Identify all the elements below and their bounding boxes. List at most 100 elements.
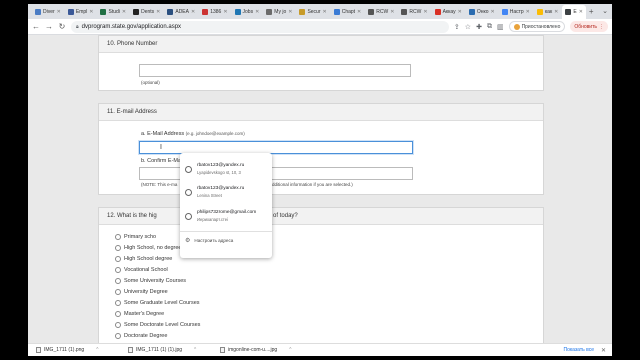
close-icon[interactable]: ✕ (554, 9, 558, 15)
address-bar[interactable]: 🔒︎ dvprogram.state.gov/application.aspx (71, 20, 449, 33)
file-icon (128, 347, 133, 353)
extensions-puzzle-icon[interactable]: ⧉ (487, 23, 492, 31)
email-field[interactable]: I (139, 141, 413, 154)
tab[interactable]: Jobs ✕ (232, 6, 263, 18)
autofill-suggestion[interactable]: rbatov123@yandex.ru Lenina Street (180, 180, 272, 204)
download-filename: IMG_1711 (1) (1).jpg (136, 347, 183, 353)
radio-button[interactable] (115, 289, 121, 295)
close-icon[interactable]: ✕ (423, 9, 427, 15)
radio-option[interactable]: Master's Degree (115, 311, 164, 317)
tab[interactable]: Chapt ✕ (331, 6, 365, 18)
bookmark-star-icon[interactable]: ☆ (465, 23, 471, 31)
tab[interactable]: ADEA ✕ (164, 6, 198, 18)
tab-active[interactable]: E ✕ (562, 5, 586, 19)
radio-button[interactable] (115, 311, 121, 317)
tab-strip: Diver ✕ Empl ✕ Studi ✕ Dents ✕ ADEA ✕ 1386 ✕ J… (28, 4, 612, 19)
close-icon[interactable]: ✕ (223, 9, 227, 15)
manage-addresses-item[interactable]: ⚙ Настроить адреса (185, 237, 233, 244)
radio-button[interactable] (115, 333, 121, 339)
tab[interactable]: Studi ✕ (97, 6, 129, 18)
radio-option[interactable]: High School degree (115, 256, 172, 262)
radio-option[interactable]: Vocational School (115, 267, 168, 273)
extension-icon[interactable]: ✚ (476, 23, 482, 31)
radio-option[interactable]: High School, no degree (115, 245, 181, 251)
tab-favicon (434, 8, 441, 15)
tab-favicon (234, 8, 241, 15)
file-icon (36, 347, 41, 353)
download-item[interactable]: IMG_1711 (1) (1).jpg ⌃ (128, 347, 220, 353)
tab[interactable]: RCW ✕ (398, 6, 430, 18)
close-icon[interactable]: ✕ (191, 9, 195, 15)
autofill-suggestion[interactable]: philips732rome@gmail.com Иерихапарт.стеі (180, 204, 272, 228)
chevron-up-icon[interactable]: ⌃ (95, 347, 99, 353)
show-all-downloads-link[interactable]: Показать все (563, 347, 594, 353)
sidebar-icon[interactable]: ▥ (497, 23, 504, 31)
update-label: Обновить (574, 23, 597, 30)
text-cursor-icon: I (160, 144, 162, 151)
close-icon[interactable]: ✕ (323, 9, 327, 15)
chevron-up-icon[interactable]: ⌃ (288, 347, 292, 353)
radio-button[interactable] (115, 267, 121, 273)
tab[interactable]: My jo ✕ (263, 6, 295, 18)
radio-button[interactable] (115, 234, 121, 240)
radio-option[interactable]: Primary scho (115, 234, 156, 240)
radio-option[interactable]: Some Doctorate Level Courses (115, 322, 200, 328)
close-icon[interactable]: ✕ (89, 9, 93, 15)
radio-button[interactable] (115, 278, 121, 284)
radio-button[interactable] (115, 245, 121, 251)
close-icon[interactable]: ✕ (288, 9, 292, 15)
close-icon[interactable]: ✕ (357, 9, 361, 15)
email-label: a. E-Mail Address (e.g. johndoe@example.… (141, 131, 245, 137)
tab[interactable]: Аккау ✕ (432, 6, 465, 18)
new-tab-icon[interactable]: + (589, 7, 594, 16)
reload-icon[interactable]: ↻ (58, 22, 66, 31)
url-text: dvprogram.state.gov/application.aspx (81, 23, 182, 30)
email-label-text: a. E-Mail Address (141, 131, 185, 137)
back-icon[interactable]: ← (32, 22, 40, 31)
tab[interactable]: Dents ✕ (130, 6, 163, 18)
radio-label: Vocational School (124, 267, 168, 273)
tab[interactable]: 1386 ✕ (199, 6, 230, 18)
avatar (513, 23, 520, 30)
chevron-down-icon[interactable]: ⌄ (602, 7, 608, 15)
email-hint: (e.g. johndoe@example.com) (185, 131, 245, 136)
radio-button[interactable] (115, 322, 121, 328)
phone-field[interactable] (139, 64, 411, 77)
close-icon[interactable]: ✕ (601, 347, 606, 354)
close-icon[interactable]: ✕ (156, 9, 160, 15)
tab[interactable]: Настр ✕ (499, 6, 533, 18)
radio-button[interactable] (115, 300, 121, 306)
radio-option[interactable]: Doctorate Degree (115, 333, 167, 339)
download-item[interactable]: IMG_1711 (1).png ⌃ (36, 347, 128, 353)
close-icon[interactable]: ✕ (57, 9, 61, 15)
close-icon[interactable]: ✕ (579, 9, 583, 15)
forward-icon[interactable]: → (45, 22, 53, 31)
radio-button[interactable] (115, 256, 121, 262)
tab[interactable]: Secur ✕ (296, 6, 329, 18)
radio-option[interactable]: Some University Courses (115, 278, 186, 284)
update-button[interactable]: Обновить ⋮ (570, 21, 608, 32)
close-icon[interactable]: ✕ (458, 9, 462, 15)
tab[interactable]: Diver ✕ (32, 6, 64, 18)
close-icon[interactable]: ✕ (526, 9, 530, 15)
close-icon[interactable]: ✕ (255, 9, 259, 15)
page-content: 10. Phone Number (optional) 11. E-mail A… (28, 35, 612, 343)
lock-icon[interactable]: 🔒︎ (76, 24, 79, 30)
tab[interactable]: Онко ✕ (466, 6, 498, 18)
radio-label: High School degree (124, 256, 173, 262)
tab[interactable]: Empl ✕ (65, 6, 97, 18)
share-icon[interactable]: ⇪ (454, 23, 460, 31)
close-icon[interactable]: ✕ (122, 9, 126, 15)
radio-option[interactable]: University Degree (115, 289, 168, 295)
profile-paused-button[interactable]: Приостановлено (508, 21, 566, 32)
chevron-up-icon[interactable]: ⌃ (193, 347, 197, 353)
close-icon[interactable]: ✕ (491, 9, 495, 15)
menu-icon: ⋮ (599, 23, 604, 30)
download-item[interactable]: imgonline-com-u....jpg ⌃ (220, 347, 312, 353)
autofill-suggestion[interactable]: rbatov123@yandex.ru Lyapidevskogo st, 10… (180, 157, 272, 181)
radio-option[interactable]: Some Graduate Level Courses (115, 300, 200, 306)
close-icon[interactable]: ✕ (390, 9, 394, 15)
tab[interactable]: RCW ✕ (365, 6, 397, 18)
tab[interactable]: как ✕ (534, 6, 561, 18)
suggestion-email: philips732rome@gmail.com (197, 210, 257, 215)
